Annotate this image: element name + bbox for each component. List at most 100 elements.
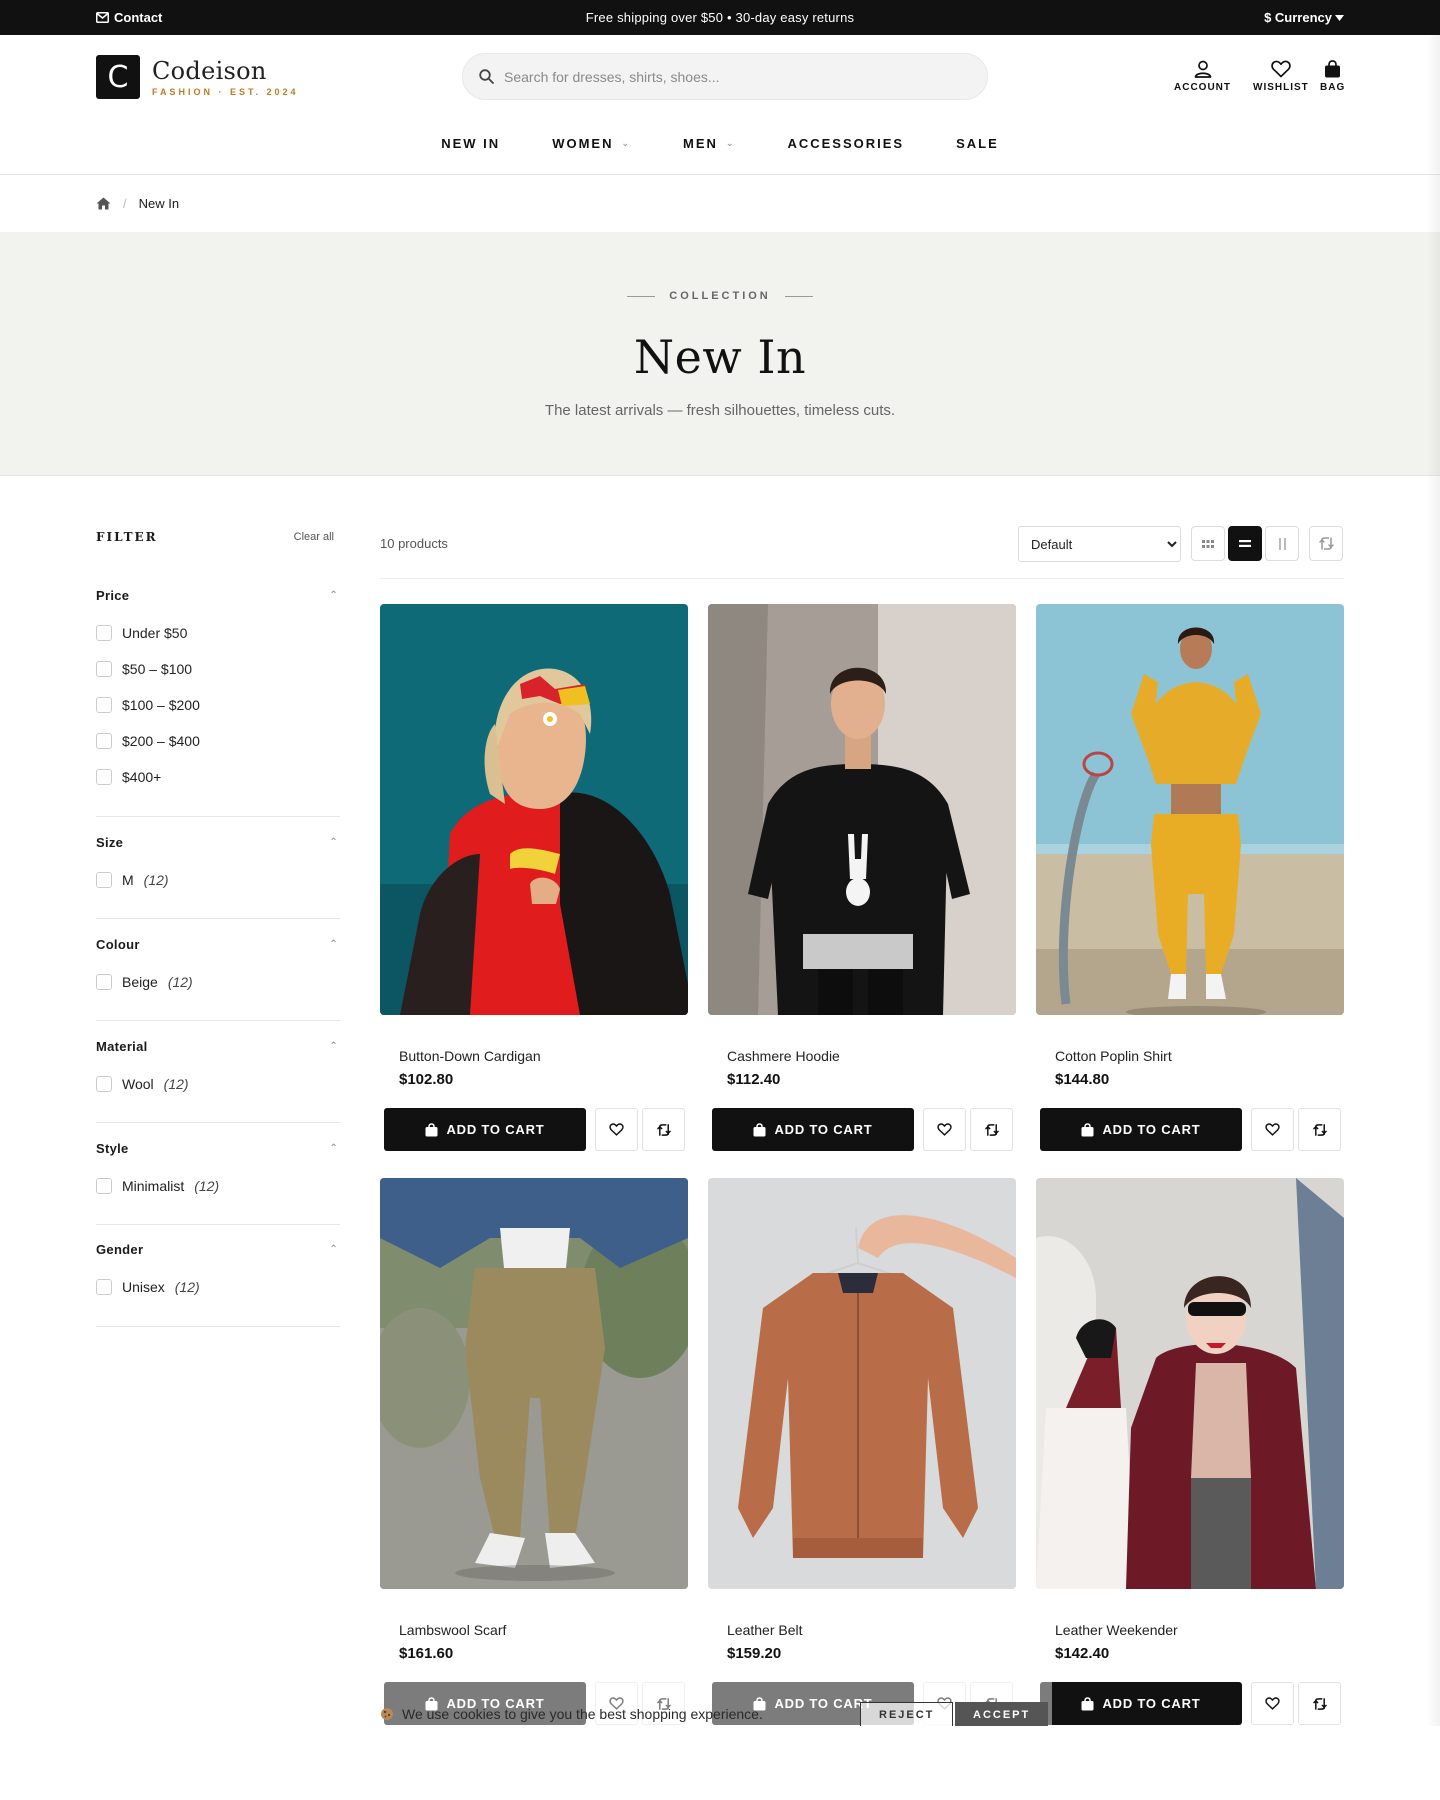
- bag-icon: [753, 1122, 766, 1137]
- filter-option[interactable]: $50 – $100: [96, 651, 340, 687]
- product-card[interactable]: Leather Belt $159.20 ADD TO CART: [708, 1178, 1016, 1725]
- product-name[interactable]: Button-Down Cardigan: [399, 1048, 541, 1064]
- filter-group-header[interactable]: Price ⌃: [96, 588, 340, 603]
- product-card[interactable]: Lambswool Scarf $161.60 ADD TO CART: [380, 1178, 688, 1725]
- checkbox[interactable]: [96, 1279, 112, 1295]
- hero-eyebrow: COLLECTION: [0, 290, 1440, 302]
- product-card[interactable]: Cashmere Hoodie $112.40 ADD TO CART: [708, 604, 1016, 1151]
- filter-group-price: Price ⌃ Under $50 $50 – $100 $100 – $200 …: [96, 588, 340, 795]
- scroll-shadow: [1426, 35, 1440, 1726]
- wishlist-toggle[interactable]: [923, 1108, 966, 1151]
- filter-option[interactable]: $400+: [96, 759, 340, 795]
- nav-label: WOMEN: [552, 136, 614, 151]
- checkbox[interactable]: [96, 872, 112, 888]
- product-card[interactable]: Leather Weekender $142.40 ADD TO CART: [1036, 1178, 1344, 1725]
- bag-button[interactable]: BAG: [1320, 60, 1345, 93]
- add-to-cart-button[interactable]: ADD TO CART: [1040, 1108, 1242, 1151]
- search-icon[interactable]: [479, 69, 494, 84]
- compare-toggle[interactable]: [642, 1108, 685, 1151]
- option-label: $50 – $100: [122, 661, 193, 677]
- currency-selector[interactable]: $ Currency: [1264, 10, 1344, 25]
- brand-logo[interactable]: C Codeison FASHION · EST. 2024: [96, 55, 299, 99]
- filter-group-header[interactable]: Colour ⌃: [96, 937, 340, 952]
- nav-label: SALE: [956, 136, 999, 151]
- product-name[interactable]: Cotton Poplin Shirt: [1055, 1048, 1172, 1064]
- sort-select[interactable]: Default: [1018, 526, 1181, 562]
- home-icon[interactable]: [96, 197, 111, 210]
- filter-group-gender: Gender ⌃ Unisex (12): [96, 1242, 340, 1305]
- option-label: $400+: [122, 769, 162, 785]
- compare-toggle[interactable]: [1298, 1108, 1341, 1151]
- checkbox[interactable]: [96, 1178, 112, 1194]
- product-card[interactable]: Cotton Poplin Shirt $144.80 ADD TO CART: [1036, 604, 1344, 1151]
- product-card[interactable]: Button-Down Cardigan $102.80 ADD TO CART: [380, 604, 688, 1151]
- checkbox[interactable]: [96, 769, 112, 785]
- checkbox[interactable]: [96, 697, 112, 713]
- account-button[interactable]: ACCOUNT: [1174, 60, 1231, 93]
- product-image[interactable]: [708, 1178, 1016, 1589]
- account-label: ACCOUNT: [1174, 82, 1231, 93]
- checkbox[interactable]: [96, 1076, 112, 1092]
- list-view-button[interactable]: [1228, 526, 1262, 561]
- compare-button[interactable]: [1309, 526, 1343, 561]
- grid-icon: [1202, 539, 1214, 548]
- bag-label: BAG: [1320, 82, 1346, 93]
- filter-option[interactable]: Wool (12): [96, 1066, 340, 1102]
- cookie-reject-button[interactable]: REJECT: [860, 1702, 954, 1728]
- nav-item-sale[interactable]: SALE: [930, 136, 1025, 151]
- breadcrumb-current: New In: [138, 196, 180, 211]
- checkbox[interactable]: [96, 733, 112, 749]
- product-name[interactable]: Leather Weekender: [1055, 1622, 1178, 1638]
- columns-view-button[interactable]: [1265, 526, 1299, 561]
- wishlist-button[interactable]: WISHLIST: [1253, 60, 1309, 93]
- nav-item-men[interactable]: MEN ⌄: [657, 136, 761, 151]
- compare-icon: [1312, 1123, 1327, 1137]
- wishlist-toggle[interactable]: [595, 1108, 638, 1151]
- option-count: (12): [174, 1279, 200, 1295]
- compare-toggle[interactable]: [1298, 1682, 1341, 1725]
- product-image[interactable]: [1036, 1178, 1344, 1589]
- option-label: Wool: [122, 1076, 154, 1092]
- compare-toggle[interactable]: [970, 1108, 1013, 1151]
- filter-option[interactable]: M (12): [96, 862, 340, 898]
- product-image[interactable]: [708, 604, 1016, 1015]
- filter-group-header[interactable]: Gender ⌃: [96, 1242, 340, 1257]
- filter-divider: [96, 1326, 340, 1327]
- clear-all-link[interactable]: Clear all: [294, 531, 340, 543]
- product-image[interactable]: [380, 604, 688, 1015]
- nav-item-accessories[interactable]: ACCESSORIES: [761, 136, 930, 151]
- product-image[interactable]: [1036, 604, 1344, 1015]
- filter-option[interactable]: Beige (12): [96, 964, 340, 1000]
- add-to-cart-button[interactable]: ADD TO CART: [712, 1108, 914, 1151]
- add-to-cart-button[interactable]: ADD TO CART: [1040, 1682, 1242, 1725]
- filter-option[interactable]: Minimalist (12): [96, 1168, 340, 1204]
- filter-option[interactable]: Unisex (12): [96, 1269, 340, 1305]
- filter-group-header[interactable]: Style ⌃: [96, 1141, 340, 1156]
- checkbox[interactable]: [96, 974, 112, 990]
- product-price: $102.80: [399, 1071, 454, 1088]
- filter-option[interactable]: $100 – $200: [96, 687, 340, 723]
- filter-option[interactable]: $200 – $400: [96, 723, 340, 759]
- grid-view-button[interactable]: [1191, 526, 1225, 561]
- option-label: Beige: [122, 974, 158, 990]
- product-name[interactable]: Lambswool Scarf: [399, 1622, 506, 1638]
- checkbox[interactable]: [96, 661, 112, 677]
- checkbox[interactable]: [96, 625, 112, 641]
- product-name[interactable]: Leather Belt: [727, 1622, 803, 1638]
- cookie-accept-button[interactable]: ACCEPT: [955, 1702, 1049, 1728]
- nav-item-new-in[interactable]: NEW IN: [415, 136, 526, 151]
- filter-title: FILTER: [96, 530, 158, 544]
- nav-item-women[interactable]: WOMEN ⌄: [526, 136, 657, 151]
- filter-group-title: Gender: [96, 1242, 144, 1257]
- add-to-cart-button[interactable]: ADD TO CART: [384, 1108, 586, 1151]
- list-icon: [1239, 540, 1251, 547]
- filter-group-header[interactable]: Material ⌃: [96, 1039, 340, 1054]
- product-name[interactable]: Cashmere Hoodie: [727, 1048, 840, 1064]
- filter-group-header[interactable]: Size ⌃: [96, 835, 340, 850]
- wishlist-toggle[interactable]: [1251, 1682, 1294, 1725]
- filter-option[interactable]: Under $50: [96, 615, 340, 651]
- product-image[interactable]: [380, 1178, 688, 1589]
- wishlist-toggle[interactable]: [1251, 1108, 1294, 1151]
- search-input[interactable]: [504, 68, 964, 85]
- option-count: (12): [163, 1076, 189, 1092]
